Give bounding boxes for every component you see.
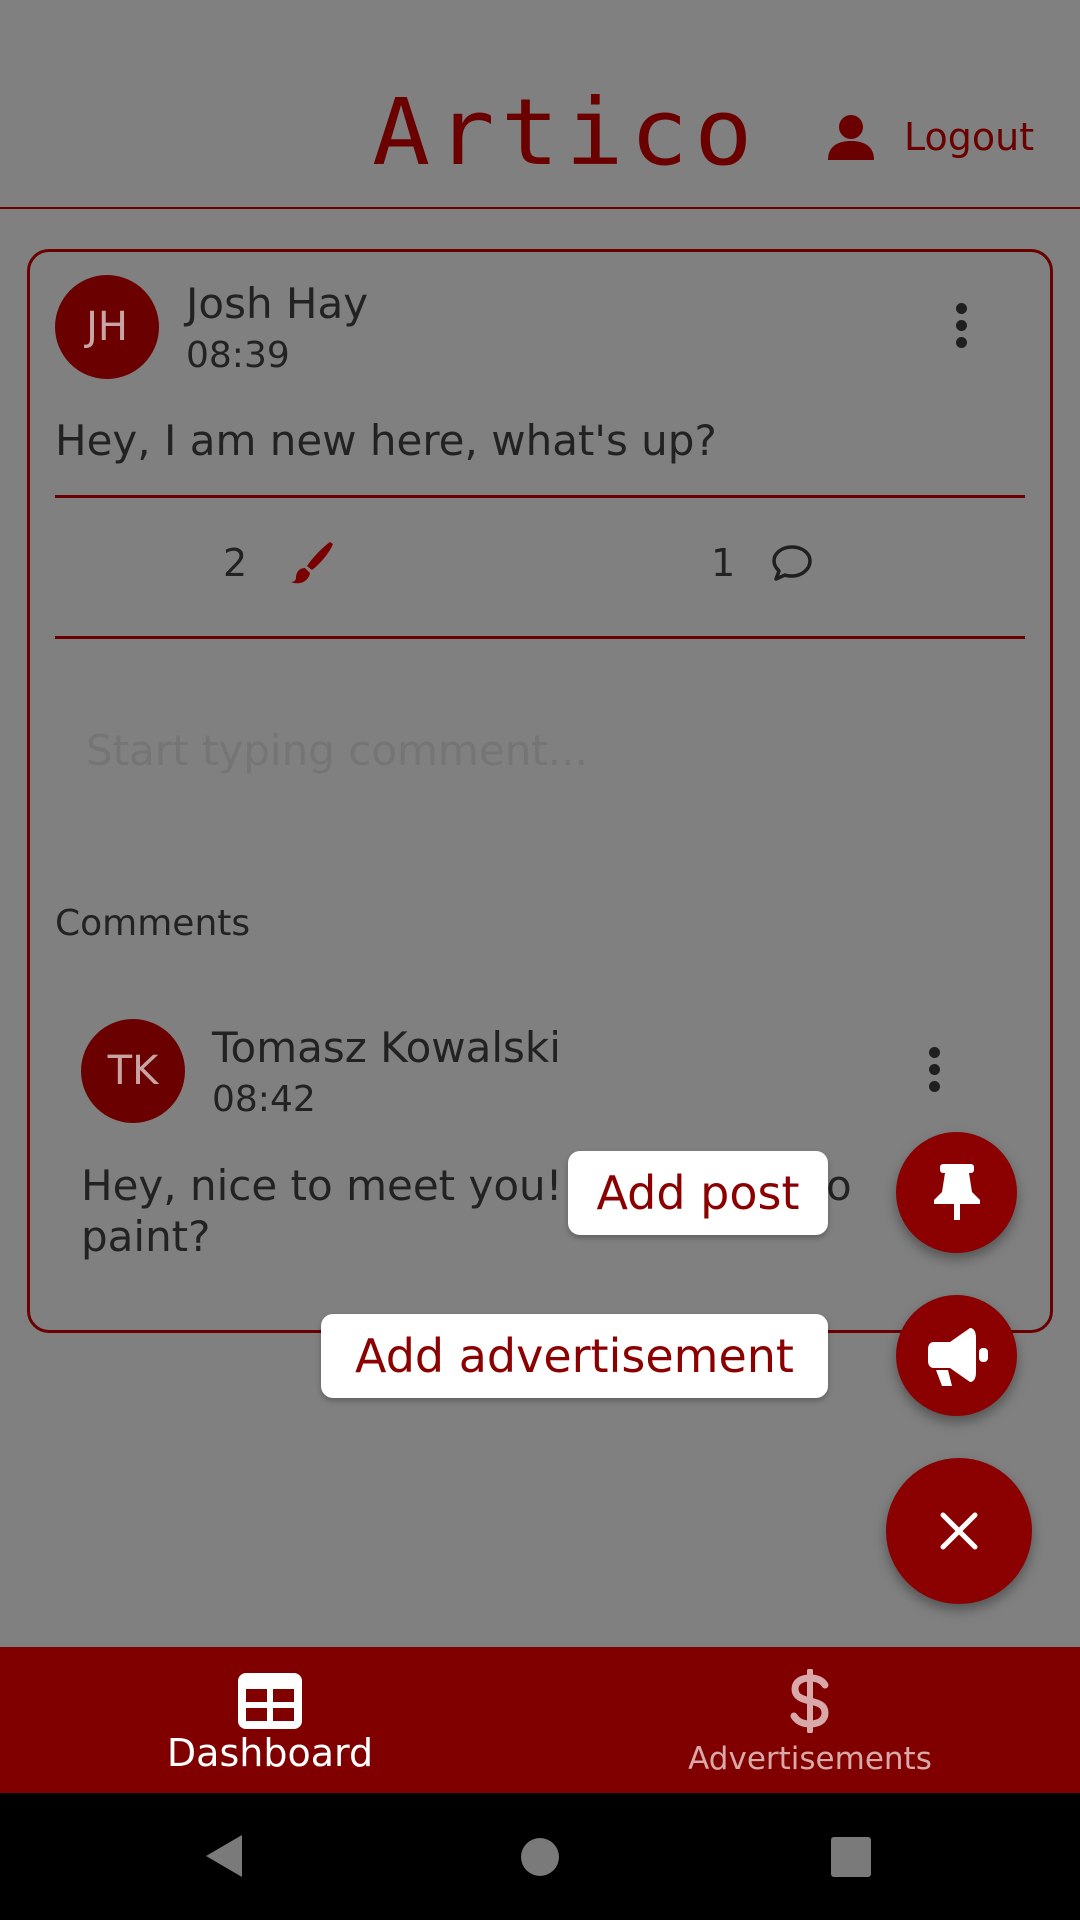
- add-post-button[interactable]: [896, 1132, 1017, 1253]
- paintbrush-icon[interactable]: [290, 540, 334, 584]
- comment-input[interactable]: [86, 724, 966, 778]
- add-post-label[interactable]: Add post: [568, 1151, 828, 1235]
- comment-count: 1: [711, 541, 736, 585]
- app-logo: Artico: [372, 79, 759, 186]
- add-advertisement-label[interactable]: Add advertisement: [321, 1314, 828, 1398]
- comments-heading: Comments: [55, 903, 251, 944]
- bottom-navigation: Dashboard Advertisements: [0, 1647, 1080, 1793]
- logout-button[interactable]: Logout: [904, 114, 1034, 160]
- close-speed-dial-button[interactable]: [886, 1458, 1032, 1604]
- add-advertisement-button[interactable]: [896, 1295, 1017, 1416]
- table-icon: [238, 1673, 302, 1729]
- comment-author-avatar[interactable]: TK: [81, 1019, 185, 1123]
- post-text: Hey, I am new here, what's up?: [55, 416, 717, 465]
- nav-label-dashboard: Dashboard: [166, 1731, 374, 1775]
- comment-time: 08:42: [212, 1079, 316, 1120]
- nav-item-dashboard[interactable]: Dashboard: [90, 1647, 450, 1793]
- divider: [55, 636, 1025, 639]
- post-author-name[interactable]: Josh Hay: [186, 279, 368, 329]
- kebab-menu-icon[interactable]: [947, 303, 977, 353]
- post-author-avatar[interactable]: JH: [55, 275, 159, 379]
- recents-square-icon[interactable]: [831, 1837, 871, 1877]
- speech-bubble-icon[interactable]: [771, 544, 813, 582]
- dollar-icon: [790, 1669, 829, 1733]
- comment-author-name[interactable]: Tomasz Kowalski: [212, 1023, 561, 1073]
- pushpin-icon: [934, 1164, 980, 1220]
- comment-text-line2: paint?: [81, 1212, 211, 1261]
- post-time: 08:39: [186, 335, 290, 376]
- like-count: 2: [223, 541, 248, 585]
- home-circle-icon[interactable]: [520, 1837, 560, 1877]
- nav-item-advertisements[interactable]: Advertisements: [630, 1647, 990, 1793]
- system-navigation-bar: [0, 1793, 1080, 1920]
- nav-label-advertisements: Advertisements: [688, 1741, 932, 1777]
- app-header: Artico Logout: [0, 0, 1080, 209]
- person-icon[interactable]: [826, 114, 876, 160]
- kebab-menu-icon[interactable]: [920, 1047, 950, 1097]
- comment-text-line1: Hey, nice to meet you!: [81, 1161, 563, 1210]
- back-triangle-icon[interactable]: [204, 1833, 244, 1879]
- close-icon: [940, 1512, 978, 1550]
- comment-text-hidden-tail: o: [826, 1161, 852, 1210]
- megaphone-icon: [928, 1328, 988, 1386]
- divider: [55, 495, 1025, 498]
